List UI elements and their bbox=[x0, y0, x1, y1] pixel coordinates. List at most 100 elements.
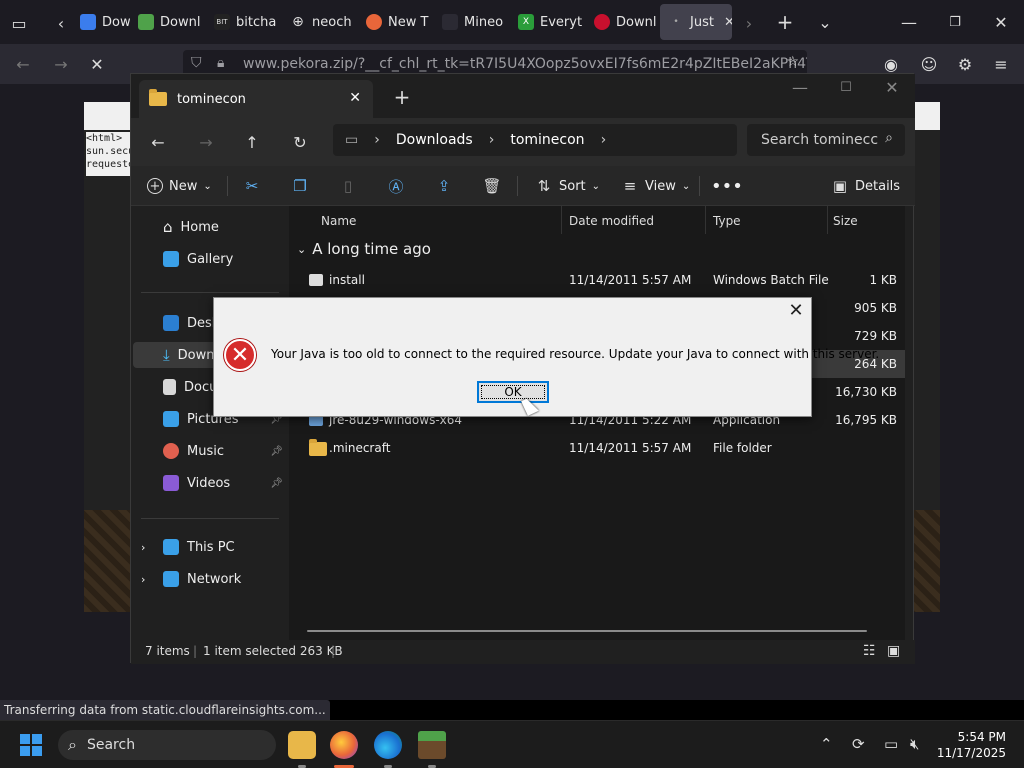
close-window-icon[interactable]: ✕ bbox=[881, 76, 903, 98]
column-header-date[interactable]: Date modified bbox=[569, 214, 654, 228]
display-icon[interactable]: ▭ bbox=[884, 735, 898, 753]
error-dialog: ✕ ✕ Your Java is too old to connect to t… bbox=[213, 297, 879, 417]
up-icon[interactable]: ↑ bbox=[241, 131, 263, 153]
sidebar-item-network[interactable]: › Network bbox=[141, 566, 287, 592]
browser-tab[interactable]: Downl bbox=[586, 4, 658, 40]
search-icon: ⌕ bbox=[68, 735, 77, 754]
taskbar-clock[interactable]: 5:54 PM 11/17/2025 bbox=[937, 729, 1006, 761]
shield-icon[interactable]: ⛉ bbox=[191, 55, 202, 71]
browser-tab[interactable]: Downl bbox=[72, 4, 130, 40]
sidebar-item-gallery[interactable]: Gallery bbox=[163, 246, 287, 272]
sidebar-item-music[interactable]: Music 📌︎ bbox=[163, 438, 287, 464]
edge-icon[interactable] bbox=[374, 731, 402, 759]
view-button[interactable]: ≡ View ⌄ bbox=[621, 172, 691, 200]
chevron-right-icon[interactable]: › bbox=[141, 573, 155, 586]
back-icon[interactable]: ← bbox=[147, 131, 169, 153]
forward-icon[interactable]: → bbox=[195, 131, 217, 153]
sidebar-item-this-pc[interactable]: › This PC bbox=[141, 534, 287, 560]
refresh-icon[interactable]: ↻ bbox=[289, 131, 311, 153]
column-header-type[interactable]: Type bbox=[713, 214, 741, 228]
back-icon[interactable]: ← bbox=[12, 53, 34, 75]
tab-overview-icon[interactable]: ▭ bbox=[8, 12, 30, 34]
forward-icon[interactable]: → bbox=[50, 53, 72, 75]
browser-tab[interactable]: Mineo bbox=[434, 4, 508, 40]
breadcrumb-tominecon[interactable]: tominecon bbox=[510, 132, 584, 148]
column-divider[interactable] bbox=[827, 206, 828, 234]
column-divider[interactable] bbox=[561, 206, 562, 234]
column-divider[interactable] bbox=[705, 206, 706, 234]
explorer-tab[interactable]: tominecon ✕ bbox=[139, 80, 373, 118]
taskbar-search[interactable]: ⌕ Search bbox=[58, 730, 276, 760]
sort-button[interactable]: ⇅ Sort ⌄ bbox=[535, 172, 600, 200]
restore-icon[interactable]: ❐ bbox=[944, 11, 966, 33]
file-row-minecraft[interactable]: .minecraft 11/14/2011 5:57 AM File folde… bbox=[289, 434, 905, 462]
ok-button[interactable]: OK bbox=[477, 381, 549, 403]
minimize-icon[interactable]: — bbox=[898, 11, 920, 33]
start-icon[interactable] bbox=[20, 734, 42, 756]
tab-label: Downl bbox=[160, 14, 201, 30]
file-row-install[interactable]: install 11/14/2011 5:57 AM Windows Batch… bbox=[289, 266, 905, 294]
account-sync-icon[interactable]: ◉ bbox=[880, 53, 902, 75]
search-input[interactable]: Search tominecc ⌕ bbox=[747, 124, 905, 156]
volume-muted-icon[interactable]: 🔇︎ bbox=[910, 735, 919, 753]
tab-favicon: BIT bbox=[214, 14, 230, 30]
browser-tab[interactable]: ⊕ neoch bbox=[282, 4, 356, 40]
chevron-right-icon[interactable]: › bbox=[141, 541, 155, 554]
extensions-icon[interactable]: ⚙ bbox=[954, 53, 976, 75]
browser-tab[interactable]: New T bbox=[358, 4, 432, 40]
pin-icon[interactable]: 📌︎ bbox=[270, 478, 283, 489]
sidebar-item-home[interactable]: ⌂ Home bbox=[163, 214, 287, 240]
tab-close-icon[interactable]: ✕ bbox=[724, 15, 732, 30]
browser-tab[interactable]: X Everyt bbox=[510, 4, 586, 40]
cut-button[interactable]: ✂ bbox=[243, 172, 261, 200]
search-placeholder: Search tominecc bbox=[761, 132, 879, 148]
sidebar-item-videos[interactable]: Videos 📌︎ bbox=[163, 470, 287, 496]
column-header-name[interactable]: Name bbox=[321, 214, 356, 228]
delete-button[interactable]: 🗑︎ bbox=[482, 172, 501, 200]
copy-button[interactable]: ❐ bbox=[291, 172, 309, 200]
firefox-icon[interactable] bbox=[330, 731, 358, 759]
browser-tab[interactable]: Downl bbox=[130, 4, 202, 40]
tab-scroll-left-icon[interactable]: ‹ bbox=[50, 12, 72, 34]
file-type: Windows Batch File bbox=[713, 273, 829, 287]
pin-icon[interactable]: 📌︎ bbox=[270, 446, 283, 457]
batch-file-icon bbox=[309, 274, 323, 286]
tab-close-icon[interactable]: ✕ bbox=[349, 90, 361, 106]
show-hidden-icons-icon[interactable]: ⌃ bbox=[820, 735, 833, 753]
stop-loading-icon[interactable]: ✕ bbox=[86, 53, 108, 75]
close-icon[interactable]: ✕ bbox=[787, 302, 805, 320]
list-all-tabs-icon[interactable]: ⌄ bbox=[814, 11, 836, 33]
new-button[interactable]: + New ⌄ bbox=[147, 172, 212, 200]
sync-icon[interactable]: ⟳ bbox=[852, 735, 865, 753]
details-button[interactable]: ▣ Details bbox=[831, 172, 900, 200]
tiles-view-icon[interactable]: ▣ bbox=[887, 643, 900, 659]
rename-button[interactable]: Ⓐ bbox=[387, 172, 405, 200]
item-count: 7 items bbox=[145, 644, 190, 658]
rename-icon: Ⓐ bbox=[388, 177, 404, 196]
column-header-size[interactable]: Size bbox=[833, 214, 858, 228]
details-view-icon[interactable]: ☷ bbox=[863, 643, 876, 659]
menu-icon[interactable]: ≡ bbox=[990, 53, 1012, 75]
browser-tab[interactable]: BIT bitcha bbox=[206, 4, 282, 40]
lock-icon[interactable]: 🔒︎ bbox=[217, 55, 224, 71]
new-tab-icon[interactable]: + bbox=[391, 85, 413, 109]
maximize-icon[interactable]: ☐ bbox=[835, 76, 857, 98]
more-options-icon[interactable]: ••• bbox=[711, 172, 743, 200]
tab-scroll-right-icon[interactable]: › bbox=[738, 12, 760, 34]
close-window-icon[interactable]: ✕ bbox=[990, 11, 1012, 33]
file-explorer-icon[interactable] bbox=[288, 731, 316, 759]
minecraft-icon[interactable] bbox=[418, 731, 446, 759]
breadcrumb-downloads[interactable]: Downloads bbox=[396, 132, 473, 148]
error-icon: ✕ bbox=[224, 339, 256, 371]
new-tab-icon[interactable]: + bbox=[774, 10, 796, 34]
share-button[interactable]: ⇪ bbox=[435, 172, 453, 200]
chevron-right-icon[interactable]: › bbox=[601, 132, 607, 148]
paste-button[interactable]: ▯ bbox=[339, 172, 357, 200]
horizontal-scrollbar[interactable] bbox=[307, 630, 867, 632]
profile-icon[interactable]: ☺ bbox=[918, 53, 940, 75]
minimize-icon[interactable]: — bbox=[789, 76, 811, 98]
group-header[interactable]: ⌄ A long time ago bbox=[297, 240, 431, 258]
browser-tab-active[interactable]: • Just ✕ bbox=[660, 4, 732, 40]
bookmark-star-icon[interactable]: ☆ bbox=[786, 54, 799, 70]
address-bar[interactable]: ▭ › Downloads › tominecon › bbox=[333, 124, 737, 156]
